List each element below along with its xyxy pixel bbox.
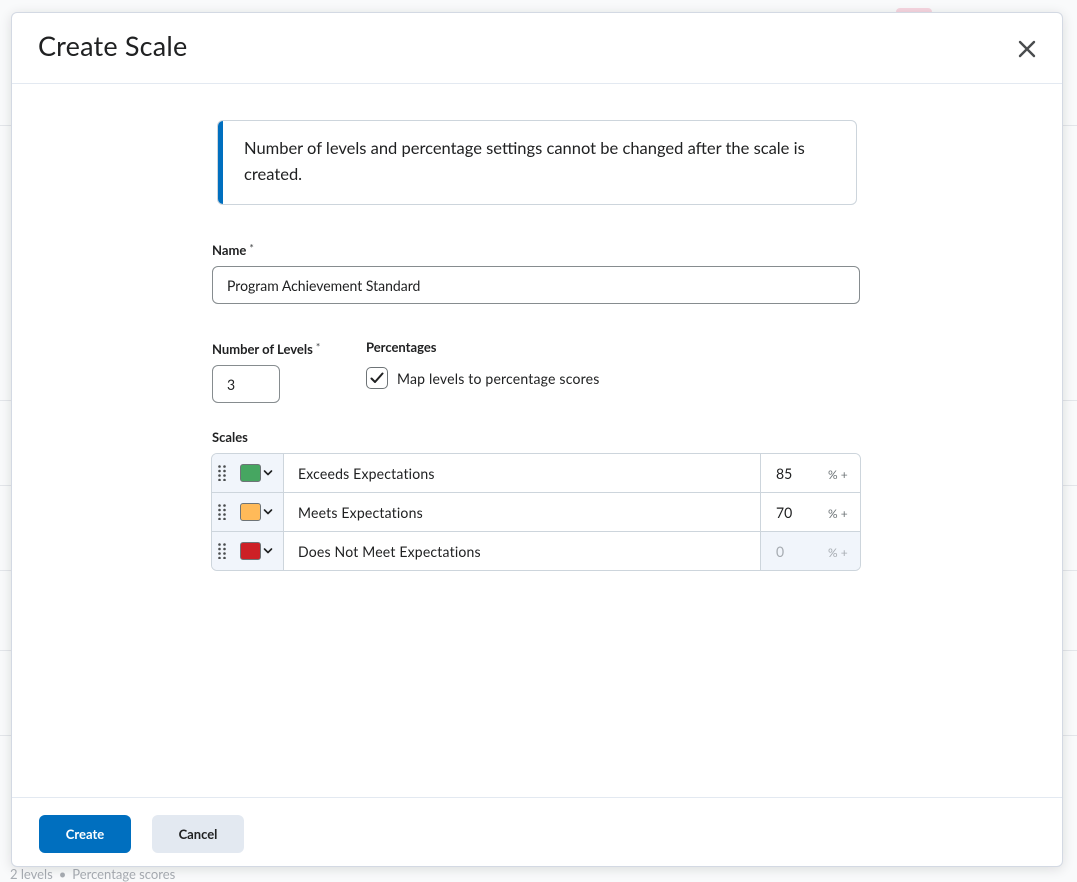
color-swatch[interactable] bbox=[240, 542, 261, 560]
background-summary: 2 levels • Percentage scores bbox=[10, 866, 175, 882]
percentages-label: Percentages bbox=[366, 339, 437, 355]
color-swatch[interactable] bbox=[240, 464, 261, 482]
background-percent-text: Percentage scores bbox=[72, 866, 176, 882]
scale-row: Does Not Meet Expectations 0 % + bbox=[212, 532, 860, 570]
percentage-suffix: % + bbox=[828, 506, 848, 521]
percentage-suffix: % + bbox=[828, 545, 848, 560]
drag-handle-icon[interactable] bbox=[218, 465, 226, 481]
level-name[interactable]: Meets Expectations bbox=[298, 504, 423, 521]
drag-handle-icon[interactable] bbox=[218, 543, 226, 559]
scales-table: Exceeds Expectations 85 % + Meets Expect… bbox=[211, 453, 861, 571]
scale-row-controls bbox=[212, 532, 284, 570]
chevron-down-icon[interactable] bbox=[263, 468, 273, 478]
scale-row-controls bbox=[212, 493, 284, 531]
name-label-text: Name bbox=[212, 242, 247, 258]
number-of-levels-input[interactable] bbox=[212, 365, 280, 403]
create-button[interactable]: Create bbox=[39, 815, 131, 853]
background-levels-text: 2 levels bbox=[10, 866, 53, 882]
dialog-title: Create Scale bbox=[38, 29, 188, 62]
info-alert: Number of levels and percentage settings… bbox=[217, 120, 857, 205]
percentage-cell[interactable]: 70 % + bbox=[760, 493, 860, 531]
required-indicator: * bbox=[315, 341, 321, 354]
map-percentages-label: Map levels to percentage scores bbox=[397, 370, 600, 387]
chevron-down-icon[interactable] bbox=[263, 507, 273, 517]
scale-row: Exceeds Expectations 85 % + bbox=[212, 454, 860, 493]
chevron-down-icon[interactable] bbox=[263, 546, 273, 556]
name-label: Name * bbox=[212, 242, 254, 258]
levels-label: Number of Levels * bbox=[212, 341, 320, 357]
dialog-header: Create Scale bbox=[12, 13, 1062, 84]
separator-dot: • bbox=[58, 866, 67, 882]
checkmark-icon bbox=[370, 372, 384, 383]
required-indicator: * bbox=[249, 242, 254, 255]
scale-row: Meets Expectations 70 % + bbox=[212, 493, 860, 532]
percentage-cell[interactable]: 85 % + bbox=[760, 454, 860, 492]
dialog-footer: Create Cancel bbox=[12, 797, 1062, 866]
alert-message: Number of levels and percentage settings… bbox=[244, 138, 805, 184]
scale-name-input[interactable] bbox=[212, 266, 860, 304]
scale-row-controls bbox=[212, 454, 284, 492]
drag-handle-icon[interactable] bbox=[218, 504, 226, 520]
levels-label-text: Number of Levels bbox=[212, 341, 313, 357]
close-icon bbox=[1018, 40, 1036, 58]
percentage-value[interactable]: 85 bbox=[776, 465, 792, 482]
scales-label: Scales bbox=[212, 429, 248, 445]
level-name[interactable]: Does Not Meet Expectations bbox=[298, 543, 481, 560]
map-percentages-checkbox[interactable] bbox=[366, 367, 388, 389]
alert-accent-bar bbox=[218, 121, 223, 204]
close-button[interactable] bbox=[1013, 35, 1041, 63]
percentage-cell: 0 % + bbox=[760, 532, 860, 570]
color-swatch[interactable] bbox=[240, 503, 261, 521]
cancel-button[interactable]: Cancel bbox=[152, 815, 244, 853]
create-scale-dialog: Create Scale Number of levels and percen… bbox=[11, 12, 1063, 867]
percentage-value[interactable]: 70 bbox=[776, 504, 792, 521]
percentage-suffix: % + bbox=[828, 467, 848, 482]
percentage-value: 0 bbox=[776, 543, 785, 560]
level-name[interactable]: Exceeds Expectations bbox=[298, 465, 435, 482]
